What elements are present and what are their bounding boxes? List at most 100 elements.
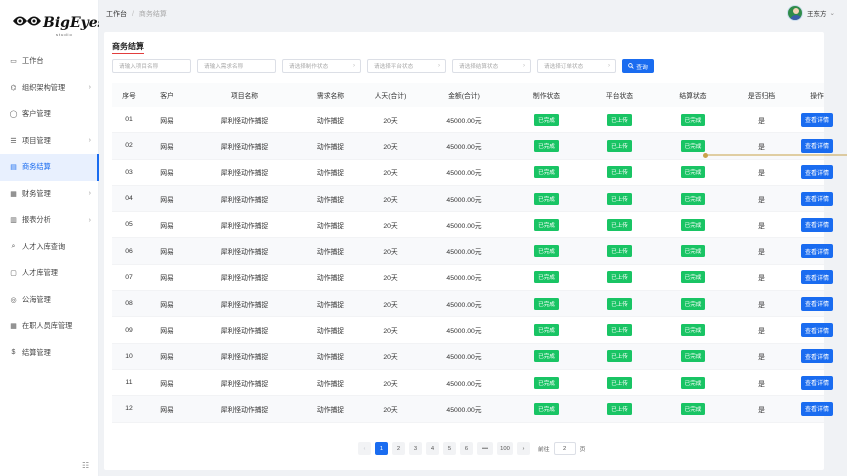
- status-badge: 已完成: [680, 376, 706, 389]
- cell-text: 网易: [160, 222, 174, 230]
- sidebar-item[interactable]: $ 结算管理: [0, 340, 99, 367]
- cell-text: 是: [758, 275, 765, 283]
- make-status-placeholder: 请选择制作状态: [289, 64, 329, 70]
- demand-name-input[interactable]: 请输入需求名称: [197, 59, 276, 73]
- table-cell: 已完成: [653, 245, 733, 258]
- cell-text: 网易: [160, 328, 174, 336]
- cell-text: 网易: [160, 143, 174, 151]
- cell-text: 是: [758, 249, 765, 257]
- sidebar-nav: ▭ 工作台 ⌬ 组织架构管理 › ◯ 客户管理 ☰ 项目管理 › ▤ 商务结算 ▦ 财务管理 › ▥ 报表分析 ›…: [0, 48, 99, 366]
- order-status-select[interactable]: 请选择订单状态 ›: [537, 59, 616, 73]
- table-cell: 犀利怪动作捕捉: [188, 141, 301, 151]
- project-name-input[interactable]: 请输入项目名称: [112, 59, 191, 73]
- table-cell: 07: [112, 274, 146, 281]
- view-detail-button[interactable]: 查看详情: [800, 349, 833, 364]
- sidebar-item[interactable]: ▭ 工作台: [0, 48, 99, 75]
- page-button[interactable]: 2: [392, 442, 405, 455]
- view-detail-button[interactable]: 查看详情: [800, 165, 833, 180]
- cell-text: 11: [125, 379, 133, 387]
- page-button[interactable]: 1: [375, 442, 388, 455]
- sidebar-item[interactable]: ▥ 报表分析 ›: [0, 207, 99, 234]
- cell-text: 犀利怪动作捕捉: [220, 406, 269, 414]
- annotation-line: [707, 154, 847, 156]
- view-detail-button[interactable]: 查看详情: [800, 244, 833, 259]
- sidebar-item-label: 在职人员库管理: [22, 321, 73, 331]
- cell-text: 45000.00元: [446, 196, 482, 204]
- search-button[interactable]: 查询: [622, 59, 654, 73]
- sidebar-item[interactable]: ⌬ 组织架构管理 ›: [0, 75, 99, 102]
- logo[interactable]: BigEyes studio: [12, 10, 106, 40]
- view-detail-button[interactable]: 查看详情: [800, 270, 833, 285]
- table-cell: 犀利怪动作捕捉: [188, 404, 301, 414]
- cell-text: 45000.00元: [446, 222, 482, 230]
- table-cell: 查看详情: [790, 191, 844, 206]
- table-cell: 已上传: [586, 376, 653, 389]
- collapse-menu-icon[interactable]: ☷: [82, 461, 89, 470]
- sidebar-item[interactable]: ▦ 财务管理 ›: [0, 181, 99, 208]
- page-button[interactable]: 5: [443, 442, 456, 455]
- table-cell: 是: [733, 325, 790, 335]
- table-cell: 已完成: [507, 376, 586, 389]
- status-badge: 已完成: [534, 166, 559, 179]
- status-badge: 已完成: [680, 245, 706, 258]
- status-badge: 已完成: [534, 139, 559, 152]
- cell-text: 是: [758, 143, 765, 151]
- page-button[interactable]: •••: [477, 442, 493, 455]
- table-cell: 01: [112, 116, 146, 123]
- breadcrumb-root[interactable]: 工作台: [106, 11, 127, 18]
- sidebar-item[interactable]: ☰ 项目管理 ›: [0, 128, 99, 155]
- chevron-down-icon[interactable]: ⌄: [830, 9, 835, 17]
- sidebar-item[interactable]: ▢ 人才库管理: [0, 260, 99, 287]
- cell-text: 网易: [160, 406, 174, 414]
- sidebar-item[interactable]: ⌕ 人才入库查询: [0, 234, 99, 261]
- table-cell: 02: [112, 142, 146, 149]
- table-cell: 45000.00元: [421, 325, 507, 335]
- sidebar-item[interactable]: ◎ 公海管理: [0, 287, 99, 314]
- sidebar-item-label: 报表分析: [22, 215, 51, 225]
- page-button[interactable]: 4: [426, 442, 439, 455]
- make-status-select[interactable]: 请选择制作状态 ›: [282, 59, 361, 73]
- page-button[interactable]: 3: [409, 442, 422, 455]
- chevron-right-icon: ›: [88, 137, 91, 145]
- column-header: 项目名称: [230, 93, 259, 100]
- cell-text: 45000.00元: [446, 143, 482, 151]
- view-detail-button[interactable]: 查看详情: [800, 375, 833, 390]
- user-name[interactable]: 王东方: [807, 8, 827, 18]
- cell-text: 09: [125, 326, 133, 334]
- view-detail-button[interactable]: 查看详情: [800, 191, 833, 206]
- user-menu[interactable]: 王东方 ⌄: [787, 5, 835, 21]
- table-cell: 网易: [146, 299, 188, 309]
- status-badge: 已完成: [680, 139, 706, 152]
- view-detail-button[interactable]: 查看详情: [800, 138, 833, 153]
- status-badge: 已完成: [534, 402, 559, 415]
- sidebar-item-label: 组织架构管理: [22, 82, 66, 92]
- sidebar-item[interactable]: ◯ 客户管理: [0, 101, 99, 128]
- table-cell: 网易: [146, 220, 188, 230]
- goto-page-input[interactable]: 2: [553, 442, 576, 455]
- cell-text: 45000.00元: [446, 117, 482, 125]
- page-button[interactable]: 6: [460, 442, 473, 455]
- view-detail-button[interactable]: 查看详情: [800, 296, 833, 311]
- platform-status-select[interactable]: 请选择平台状态 ›: [367, 59, 446, 73]
- filter-bar: 请输入项目名称 请输入需求名称 请选择制作状态 › 请选择平台状态 › 请选择结算状…: [112, 59, 654, 73]
- sidebar-item[interactable]: ▦ 在职人员库管理: [0, 313, 99, 340]
- view-detail-button[interactable]: 查看详情: [800, 112, 833, 127]
- sidebar-item[interactable]: ▤ 商务结算: [0, 154, 99, 181]
- view-detail-button[interactable]: 查看详情: [800, 401, 833, 416]
- column-header: 结算状态: [679, 93, 707, 100]
- settle-status-select[interactable]: 请选择结算状态 ›: [452, 59, 531, 73]
- next-page-button[interactable]: ›: [517, 442, 530, 455]
- table-cell: 动作捕捉: [301, 378, 360, 388]
- table-cell: 已完成: [653, 166, 733, 179]
- table-cell: 20天: [360, 272, 421, 282]
- prev-page-button[interactable]: ‹: [358, 442, 371, 455]
- table-cell: 犀利怪动作捕捉: [188, 246, 301, 256]
- avatar[interactable]: [787, 5, 804, 21]
- status-badge: 已完成: [680, 297, 706, 310]
- table-cell: 10: [112, 353, 146, 360]
- page-button[interactable]: 100: [497, 442, 513, 455]
- view-detail-button[interactable]: 查看详情: [800, 323, 833, 338]
- cell-text: 45000.00元: [446, 380, 482, 388]
- table-cell: 04: [112, 195, 146, 202]
- view-detail-button[interactable]: 查看详情: [800, 217, 833, 232]
